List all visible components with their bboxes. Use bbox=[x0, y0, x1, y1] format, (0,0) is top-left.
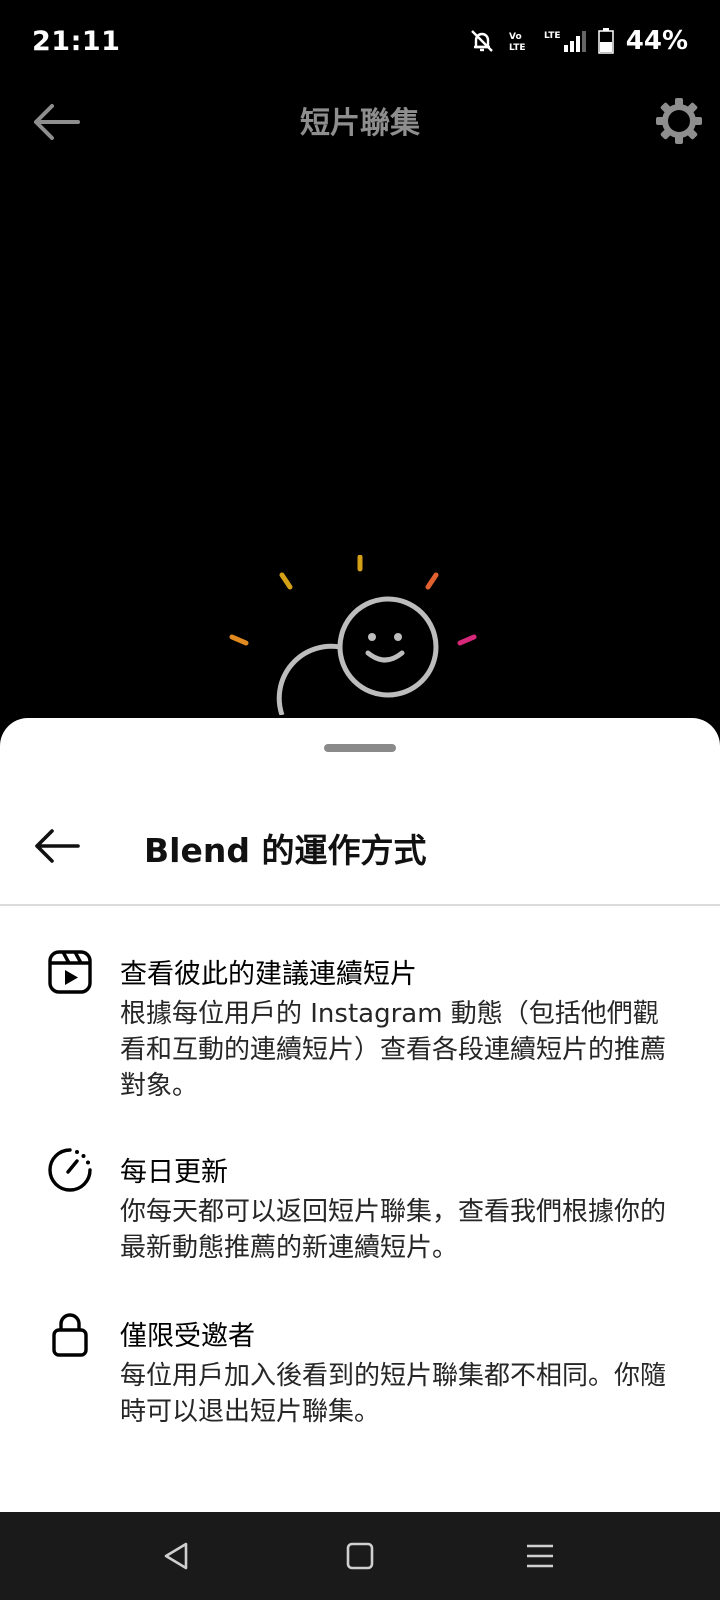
reels-icon bbox=[48, 950, 92, 994]
status-icons: Vo LTE LTE 44% bbox=[468, 26, 688, 56]
top-app-bar: 短片聯集 bbox=[0, 82, 720, 162]
feature-title: 每日更新 bbox=[120, 1157, 228, 1188]
feature-description: 你每天都可以返回短片聯集，查看我們根據你的最新動態推薦的新連續短片。 bbox=[120, 1197, 667, 1263]
arrow-left-icon[interactable] bbox=[32, 826, 82, 866]
blend-illustration bbox=[229, 555, 477, 715]
volte-icon: Vo LTE bbox=[509, 32, 526, 52]
gear-icon[interactable] bbox=[654, 96, 704, 146]
drag-handle[interactable] bbox=[324, 744, 396, 752]
svg-text:LTE: LTE bbox=[509, 43, 526, 52]
bottom-sheet: Blend 的運作方式 查看彼此的建議連續短片 根據每位用戶的 Instagra… bbox=[0, 718, 720, 1512]
feature-title: 僅限受邀者 bbox=[120, 1321, 255, 1352]
status-bar: 21:11 Vo LTE LTE 44% bbox=[0, 0, 720, 82]
page-title: 短片聯集 bbox=[300, 106, 420, 141]
battery-icon bbox=[598, 28, 614, 54]
lte-signal-icon: LTE bbox=[544, 31, 586, 52]
system-nav-bar bbox=[0, 1512, 720, 1600]
status-time: 21:11 bbox=[32, 25, 121, 57]
svg-text:Vo: Vo bbox=[509, 32, 522, 42]
back-triangle-icon[interactable] bbox=[160, 1540, 194, 1572]
home-square-icon[interactable] bbox=[343, 1540, 377, 1572]
svg-text:LTE: LTE bbox=[544, 31, 561, 41]
feature-description: 根據每位用戶的 Instagram 動態（包括他們觀看和互動的連續短片）查看各段… bbox=[120, 999, 667, 1101]
sheet-title: Blend 的運作方式 bbox=[144, 831, 427, 870]
divider bbox=[0, 904, 720, 906]
lock-icon bbox=[52, 1313, 88, 1357]
feature-description: 每位用戶加入後看到的短片聯集都不相同。你隨時可以退出短片聯集。 bbox=[120, 1361, 667, 1427]
recents-menu-icon[interactable] bbox=[523, 1540, 557, 1572]
bell-off-icon bbox=[470, 30, 493, 52]
battery-percent: 44% bbox=[625, 26, 688, 56]
timer-icon bbox=[48, 1148, 92, 1192]
feature-title: 查看彼此的建議連續短片 bbox=[120, 959, 417, 990]
